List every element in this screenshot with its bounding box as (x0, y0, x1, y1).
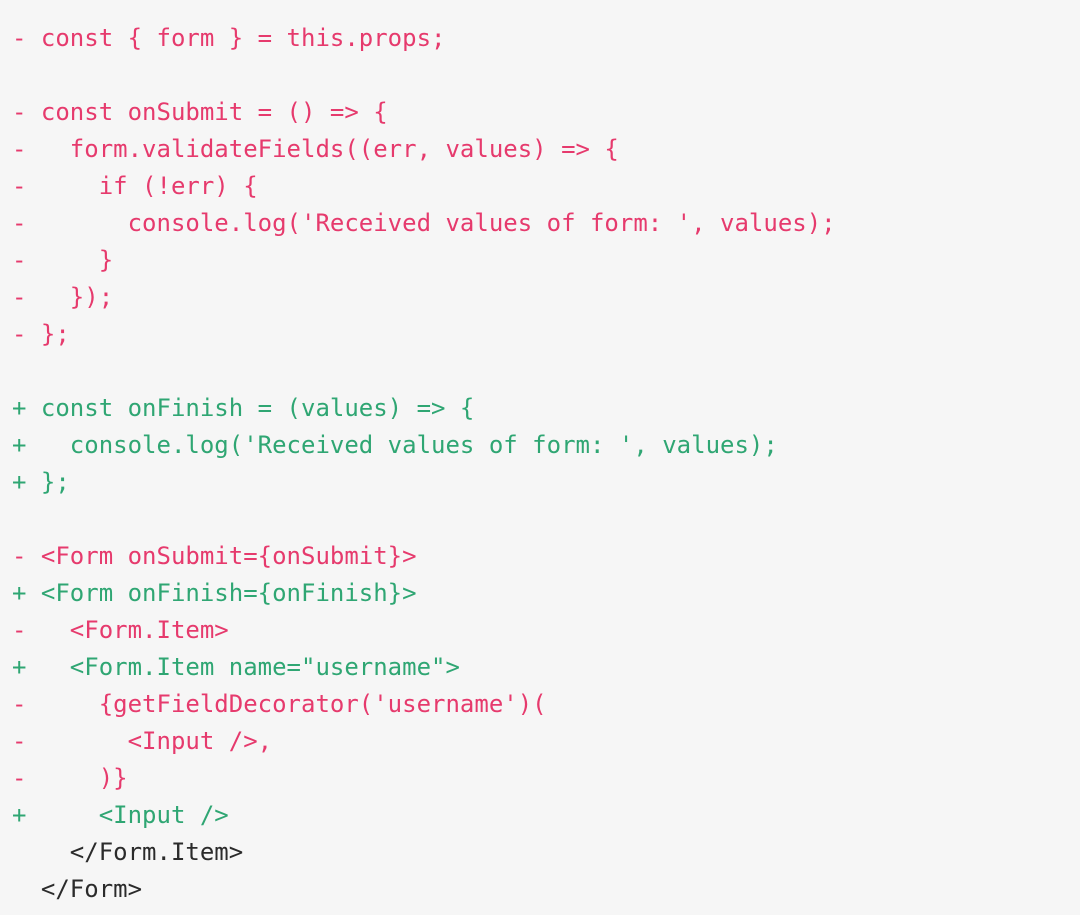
diff-line-code: console.log('Received values of form: ',… (26, 431, 778, 459)
diff-line: - form.validateFields((err, values) => { (12, 131, 1080, 168)
diff-line: - console.log('Received values of form: … (12, 205, 1080, 242)
diff-line-marker: - (12, 172, 27, 200)
diff-line-marker: + (12, 801, 27, 829)
diff-line-code: </Form.Item> (26, 838, 244, 866)
diff-line-marker: - (12, 209, 27, 237)
diff-line: - const { form } = this.props; (12, 20, 1080, 57)
diff-line-marker: + (12, 468, 27, 496)
diff-line-code: }; (26, 468, 70, 496)
diff-line-marker: + (12, 579, 27, 607)
diff-line-marker: - (12, 98, 27, 126)
diff-line-marker: - (12, 616, 27, 644)
diff-line: + <Input /> (12, 797, 1080, 834)
diff-line-code: <Input />, (26, 727, 273, 755)
diff-line-code: }); (26, 283, 114, 311)
diff-line: - {getFieldDecorator('username')( (12, 686, 1080, 723)
diff-line (12, 501, 1080, 538)
diff-line-marker: + (12, 394, 27, 422)
diff-line-marker (12, 357, 26, 385)
diff-line-code: <Form onSubmit={onSubmit}> (26, 542, 417, 570)
diff-line-marker: - (12, 542, 27, 570)
code-diff-view: - const { form } = this.props; - const o… (0, 0, 1080, 915)
diff-line-marker: - (12, 727, 27, 755)
diff-line-marker: - (12, 246, 27, 274)
diff-line-code: const onFinish = (values) => { (26, 394, 475, 422)
diff-line: - }; (12, 316, 1080, 353)
diff-line: - <Input />, (12, 723, 1080, 760)
diff-line-code: const { form } = this.props; (26, 24, 446, 52)
diff-line-marker: - (12, 283, 27, 311)
diff-line-code: <Form.Item> (26, 616, 229, 644)
diff-line: - )} (12, 760, 1080, 797)
diff-line-code: const onSubmit = () => { (26, 98, 388, 126)
diff-line: - const onSubmit = () => { (12, 94, 1080, 131)
diff-line-code: form.validateFields((err, values) => { (26, 135, 619, 163)
diff-line-code: <Form.Item name="username"> (26, 653, 460, 681)
diff-line: - <Form.Item> (12, 612, 1080, 649)
diff-line-code: )} (26, 764, 128, 792)
diff-line: + <Form onFinish={onFinish}> (12, 575, 1080, 612)
diff-line-code: <Form onFinish={onFinish}> (26, 579, 417, 607)
diff-line: + const onFinish = (values) => { (12, 390, 1080, 427)
diff-line-code: console.log('Received values of form: ',… (26, 209, 836, 237)
diff-line-marker: - (12, 690, 27, 718)
diff-line: + console.log('Received values of form: … (12, 427, 1080, 464)
diff-line: - } (12, 242, 1080, 279)
diff-line: - <Form onSubmit={onSubmit}> (12, 538, 1080, 575)
diff-line-marker: - (12, 320, 27, 348)
diff-line: - }); (12, 279, 1080, 316)
diff-line-code: } (26, 246, 114, 274)
diff-line-code: {getFieldDecorator('username')( (26, 690, 547, 718)
diff-line: + }; (12, 464, 1080, 501)
diff-line-marker (12, 61, 26, 89)
diff-line-marker: - (12, 764, 27, 792)
diff-line-code: }; (26, 320, 70, 348)
diff-line (12, 57, 1080, 94)
diff-line: </Form> (12, 871, 1080, 908)
diff-line-marker: + (12, 431, 27, 459)
diff-line-marker: - (12, 135, 27, 163)
diff-line-code: if (!err) { (26, 172, 258, 200)
diff-line-code: </Form> (26, 875, 143, 903)
diff-line: - if (!err) { (12, 168, 1080, 205)
diff-line-marker: - (12, 24, 27, 52)
diff-line: </Form.Item> (12, 834, 1080, 871)
diff-line-marker: + (12, 653, 27, 681)
diff-line (12, 353, 1080, 390)
diff-line-code: <Input /> (26, 801, 229, 829)
diff-line: + <Form.Item name="username"> (12, 649, 1080, 686)
diff-line-marker (12, 838, 26, 866)
diff-line-list: - const { form } = this.props; - const o… (0, 0, 1080, 908)
diff-line-marker (12, 505, 26, 533)
diff-line-marker (12, 875, 26, 903)
